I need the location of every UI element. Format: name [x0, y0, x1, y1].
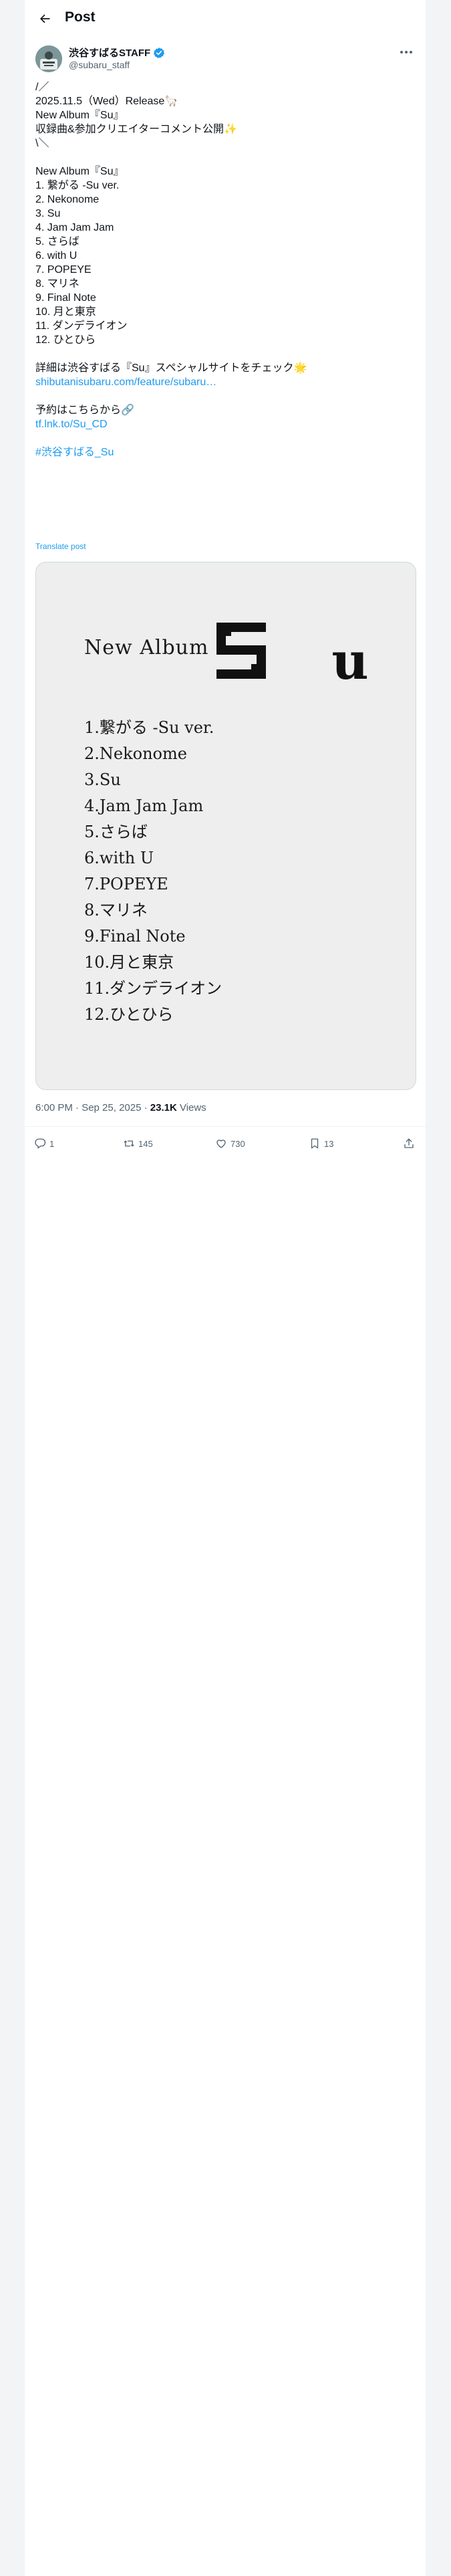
track-item: 8.マリネ — [84, 901, 148, 920]
post-text-line: 12. ひとひら — [35, 334, 96, 346]
post-text-line: 8. マリネ — [35, 278, 80, 290]
top-bar: Post — [25, 0, 426, 37]
post-column: Post 渋谷すばるSTAFF @subaru_staff /／ 2025.11.… — [25, 0, 426, 2576]
post-text-line — [35, 431, 416, 445]
post-text-line — [35, 389, 416, 403]
post-image[interactable]: New Album u 1.繋がる -Su ver. 2.Nekonome 3.Su… — [35, 562, 416, 1090]
post-text-line — [35, 347, 416, 361]
share-icon — [404, 1138, 414, 1148]
album-logo: u — [216, 623, 369, 691]
post-text-line: 詳細は渋谷すばる『Su』スペシャルサイトをチェック🌟 — [35, 362, 307, 374]
bookmark-button[interactable]: 13 — [309, 1138, 333, 1150]
like-icon — [216, 1140, 226, 1148]
action-bar: 1 145 730 13 — [25, 1126, 426, 1164]
track-item: 11.ダンデライオン — [84, 979, 222, 998]
like-count: 730 — [231, 1138, 245, 1149]
author-handle[interactable]: @subaru_staff — [69, 60, 130, 70]
post-text: /／ 2025.11.5（Wed）Release🦙 New Album『Su』 収録曲… — [35, 80, 416, 459]
back-arrow-icon — [40, 14, 50, 23]
post-text-line: New Album『Su』 — [35, 110, 124, 121]
like-button[interactable]: 730 — [215, 1138, 245, 1150]
post-text-line — [35, 150, 416, 165]
post-text-line: 6. with U — [35, 250, 78, 261]
track-item: 4.Jam Jam Jam — [84, 796, 204, 815]
post-text-line: 4. Jam Jam Jam — [35, 222, 114, 233]
post-text-line: 9. Final Note — [35, 292, 96, 304]
post-text-line: 7. POPEYE — [35, 264, 92, 276]
post-text-line: 5. さらば — [35, 236, 80, 247]
track-item: 5.さらば — [84, 823, 148, 841]
views-count: 23.1K — [150, 1102, 177, 1113]
svg-text:u: u — [331, 631, 368, 691]
post-text-line: 収録曲&参加クリエイターコメント公開✨ — [35, 124, 237, 135]
track-item: 12.ひとひら — [84, 1005, 174, 1024]
translate-post-link[interactable]: Translate post — [35, 542, 86, 551]
post-text-line: 11. ダンデライオン — [35, 320, 128, 332]
more-options-button[interactable] — [396, 45, 416, 59]
views-label: Views — [176, 1102, 206, 1113]
post-text-line: 3. Su — [35, 208, 61, 219]
reply-icon — [35, 1138, 46, 1149]
album-label: New Album — [84, 636, 209, 659]
page-title: Post — [65, 9, 96, 25]
post-text-line: 予約はこちらから🔗 — [35, 405, 134, 416]
repost-button[interactable]: 145 — [123, 1138, 153, 1150]
post-text-line: /／ — [35, 82, 49, 93]
more-icon — [400, 51, 412, 53]
time-date[interactable]: 6:00 PM · Sep 25, 2025 · — [35, 1102, 150, 1113]
post-text-line: \＼ — [35, 138, 49, 149]
post-text-line: 2. Nekonome — [35, 194, 100, 205]
post-text-link[interactable]: shibutanisubaru.com/feature/subaru… — [35, 375, 416, 389]
author-name-row[interactable]: 渋谷すばるSTAFF — [69, 45, 165, 60]
avatar[interactable] — [35, 45, 62, 72]
post-text-line: 10. 月と東京 — [35, 306, 96, 318]
track-item: 3.Su — [84, 770, 121, 789]
verified-badge-icon — [154, 47, 165, 58]
post-text-line: 1. 繋がる -Su ver. — [35, 180, 120, 191]
reply-count: 1 — [49, 1138, 55, 1149]
bookmark-icon — [311, 1138, 319, 1149]
track-item: 2.Nekonome — [84, 744, 187, 763]
bookmark-count: 13 — [324, 1138, 334, 1149]
share-button[interactable] — [403, 1138, 415, 1150]
repost-count: 145 — [138, 1138, 153, 1149]
post-text-line: New Album『Su』 — [35, 166, 124, 177]
reply-button[interactable]: 1 — [34, 1138, 54, 1150]
track-item: 6.with U — [84, 849, 154, 867]
track-item: 7.POPEYE — [84, 875, 168, 893]
post-text-line: 2025.11.5（Wed）Release🦙 — [35, 96, 178, 107]
track-item: 1.繋がる -Su ver. — [84, 718, 214, 737]
post-timestamp[interactable]: 6:00 PM · Sep 25, 2025 · 23.1K Views — [35, 1102, 206, 1113]
back-button[interactable] — [34, 8, 55, 29]
repost-icon — [124, 1140, 134, 1147]
track-list: 1.繋がる -Su ver. 2.Nekonome 3.Su 4.Jam Jam Ja… — [84, 715, 222, 1028]
author-display-name[interactable]: 渋谷すばるSTAFF — [69, 45, 150, 60]
track-item: 10.月と東京 — [84, 953, 174, 972]
track-item: 9.Final Note — [84, 927, 186, 946]
post-text-link[interactable]: #渋谷すばる_Su — [35, 445, 416, 459]
post-text-link[interactable]: tf.lnk.to/Su_CD — [35, 417, 416, 431]
